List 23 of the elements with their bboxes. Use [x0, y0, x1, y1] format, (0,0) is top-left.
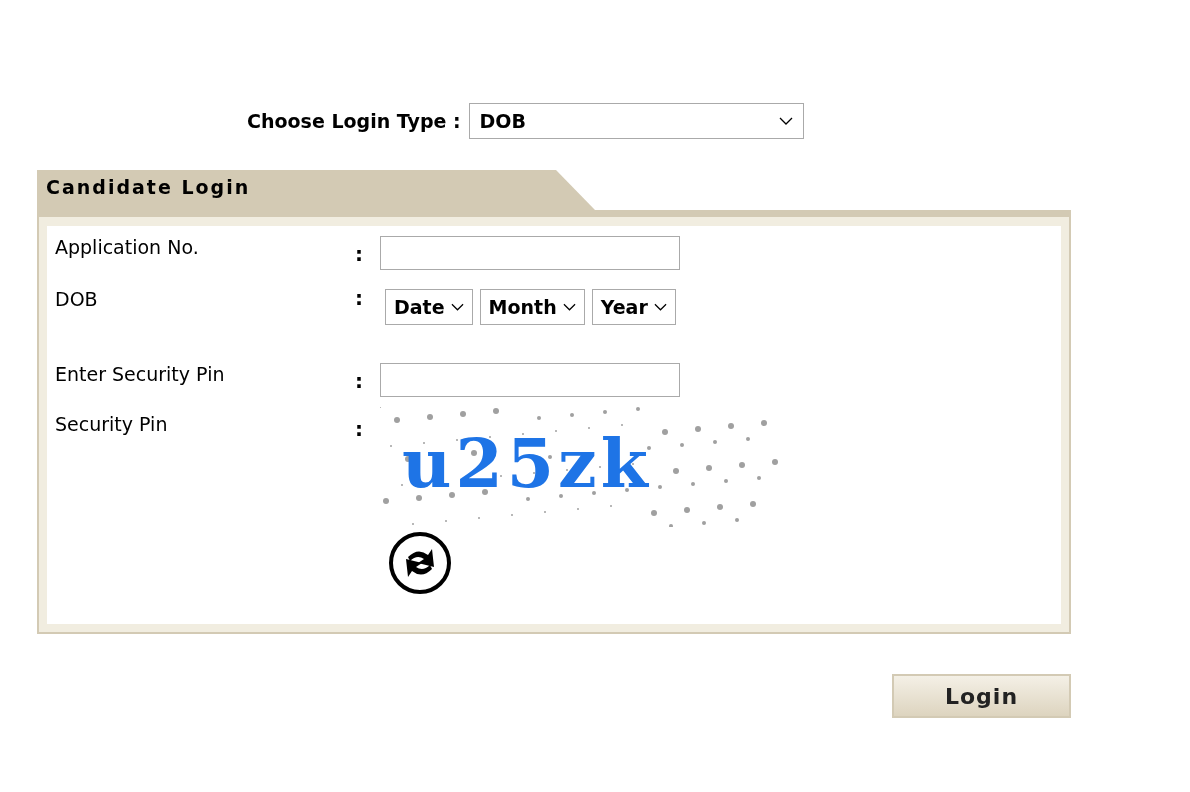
dropdown[interactable]: Month [479, 289, 585, 325]
colon: : [355, 368, 364, 393]
captcha-image: u25zk [380, 407, 780, 527]
panel-title: Candidate Login [46, 176, 251, 198]
login-type-label: Choose Login Type : [247, 110, 461, 132]
chevron-icon [562, 303, 576, 311]
login-button[interactable]: Login [892, 674, 1071, 718]
colon: : [355, 416, 364, 441]
dropdown[interactable]: Date [385, 289, 473, 325]
refresh-icon[interactable] [388, 531, 452, 595]
input-field[interactable] [380, 236, 680, 270]
colon: : [355, 241, 364, 266]
field-label: Security Pin [55, 413, 169, 435]
chevron-icon [653, 303, 667, 311]
chevron-icon [778, 117, 793, 125]
login-type-select[interactable]: DOB [468, 103, 804, 139]
field-label: Application No. [55, 236, 200, 258]
input-field[interactable] [380, 363, 680, 397]
chevron-icon [450, 303, 464, 311]
field-label: DOB [55, 287, 99, 310]
colon: : [355, 286, 364, 310]
dropdown[interactable]: Year [591, 289, 676, 325]
field-label: Enter Security Pin [55, 363, 226, 385]
